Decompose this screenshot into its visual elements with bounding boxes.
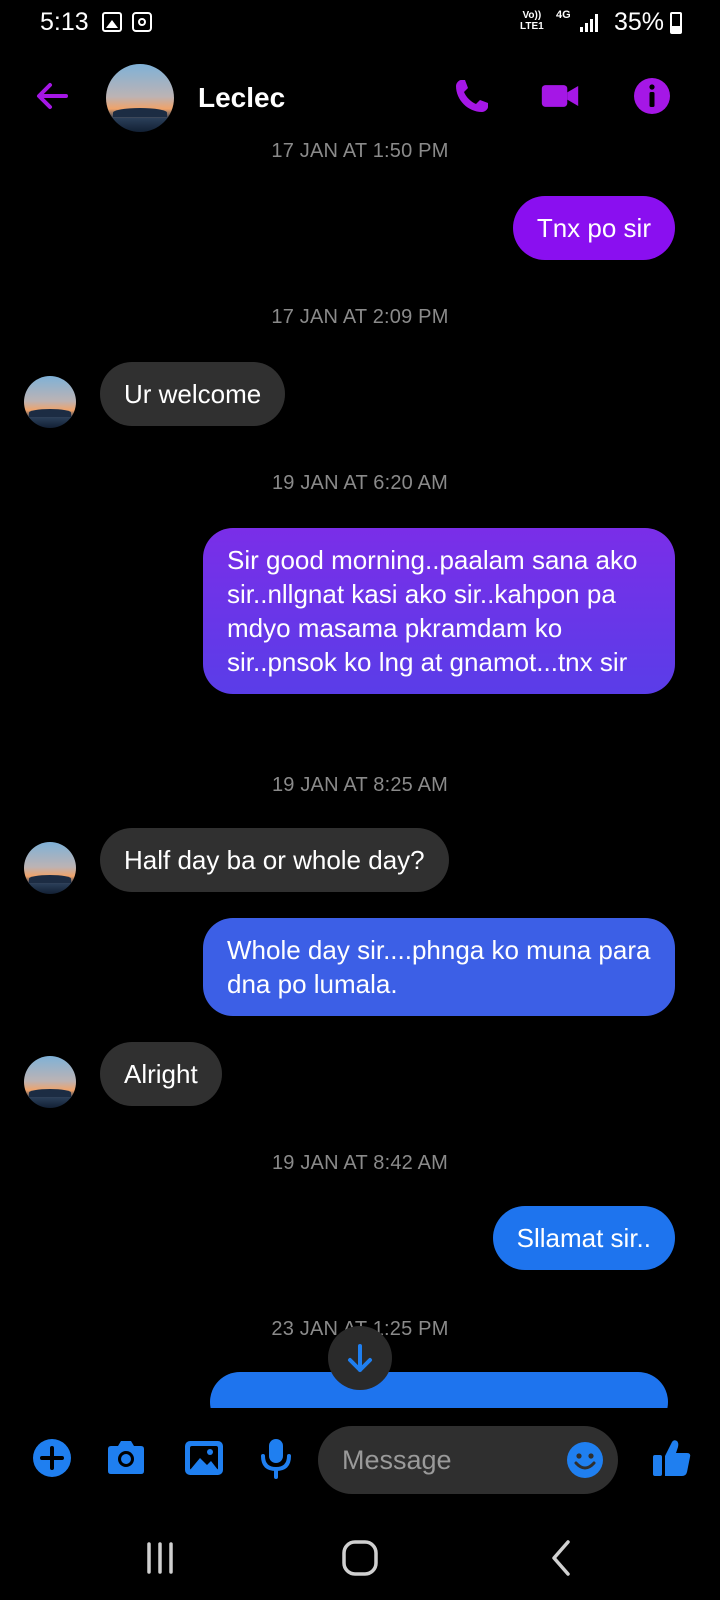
contact-mini-avatar[interactable] xyxy=(24,1056,76,1108)
battery-percentage: 35% xyxy=(614,8,665,36)
system-navigation-bar xyxy=(0,1518,720,1600)
phone-icon[interactable] xyxy=(452,76,492,116)
received-message-bubble[interactable]: Half day ba or whole day? xyxy=(100,828,449,892)
message-composer xyxy=(0,1408,720,1518)
message-timestamp: 17 JAN AT 1:50 PM xyxy=(271,140,449,162)
sent-message-bubble[interactable]: Tnx po sir xyxy=(512,196,675,260)
recent-apps-icon[interactable] xyxy=(138,1536,182,1580)
received-message-bubble[interactable]: Ur welcome xyxy=(100,362,286,426)
info-icon[interactable] xyxy=(632,76,672,116)
sent-message-bubble-partial[interactable] xyxy=(210,1372,668,1408)
plus-circle-icon[interactable] xyxy=(30,1436,74,1480)
sent-message-bubble[interactable]: Sir good morning..paalam sana ako sir..n… xyxy=(203,528,675,694)
messenger-chat-screen: 5:13 Vo)) LTE1 4G 35% Leclec 17 JAN AT 1… xyxy=(0,0,720,1600)
smiley-icon[interactable] xyxy=(565,1440,605,1480)
signal-strength-icon xyxy=(580,14,602,32)
message-thread[interactable]: 17 JAN AT 1:50 PM Tnx po sir 17 JAN AT 2… xyxy=(0,140,720,1408)
volte-indicator: Vo)) LTE1 xyxy=(520,10,544,32)
video-camera-icon[interactable] xyxy=(540,76,580,116)
home-icon[interactable] xyxy=(338,1536,382,1580)
gallery-notification-icon xyxy=(102,12,122,32)
message-timestamp: 17 JAN AT 2:09 PM xyxy=(271,306,449,328)
received-message-bubble[interactable]: Alright xyxy=(100,1042,222,1106)
network-type: 4G xyxy=(556,9,571,21)
sent-message-bubble[interactable]: Sllamat sir.. xyxy=(492,1206,675,1270)
thumbs-up-icon[interactable] xyxy=(650,1436,694,1480)
arrow-down-icon xyxy=(348,1344,372,1372)
contact-mini-avatar[interactable] xyxy=(24,376,76,428)
microphone-icon[interactable] xyxy=(254,1436,298,1480)
status-bar: 5:13 Vo)) LTE1 4G 35% xyxy=(0,0,720,46)
back-nav-icon[interactable] xyxy=(540,1536,584,1580)
chat-header: Leclec xyxy=(0,56,720,140)
screen-record-notification-icon xyxy=(132,12,152,32)
contact-name[interactable]: Leclec xyxy=(198,82,285,114)
scroll-to-bottom-button[interactable] xyxy=(328,1326,392,1390)
battery-icon xyxy=(670,12,682,34)
status-time: 5:13 xyxy=(40,8,89,36)
camera-icon[interactable] xyxy=(104,1436,148,1480)
message-timestamp: 19 JAN AT 8:42 AM xyxy=(271,1152,449,1174)
message-timestamp: 19 JAN AT 8:25 AM xyxy=(271,774,449,796)
image-icon[interactable] xyxy=(182,1436,226,1480)
contact-mini-avatar[interactable] xyxy=(24,842,76,894)
contact-avatar[interactable] xyxy=(106,64,174,132)
arrow-left-icon[interactable] xyxy=(32,76,72,116)
message-timestamp: 19 JAN AT 6:20 AM xyxy=(271,472,449,494)
sent-message-bubble[interactable]: Whole day sir....phnga ko muna para dna … xyxy=(203,918,675,1016)
